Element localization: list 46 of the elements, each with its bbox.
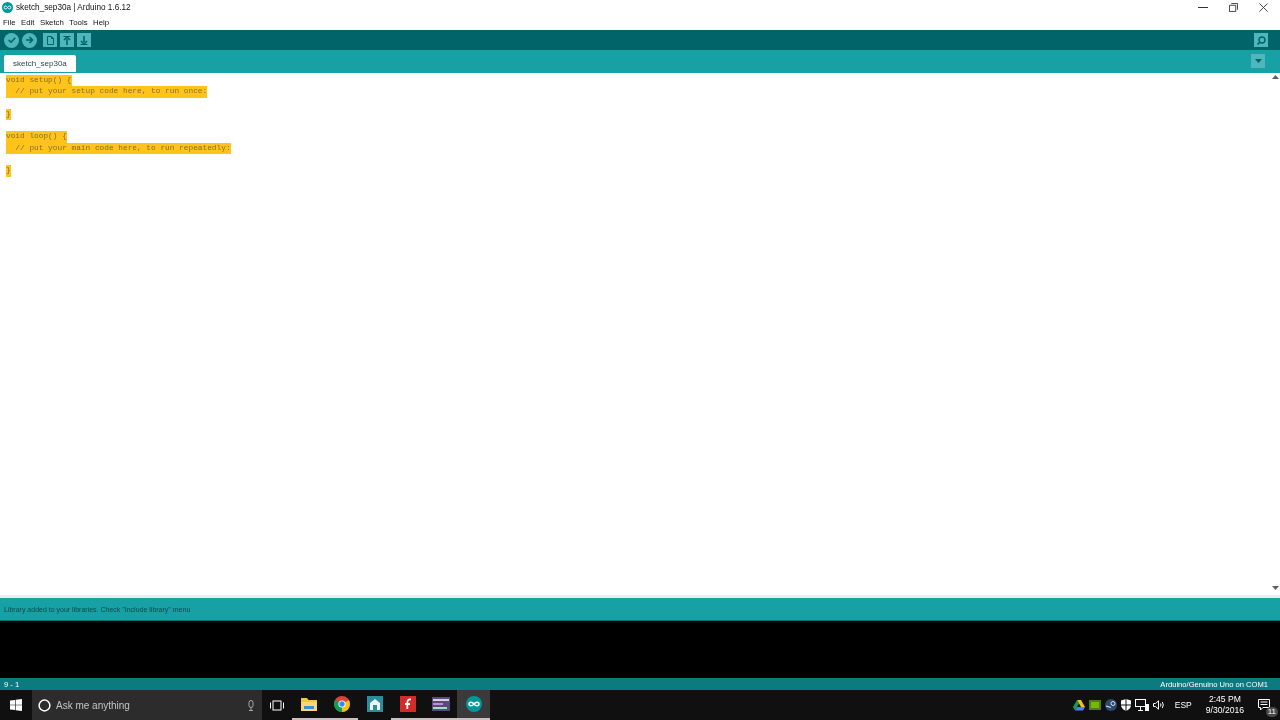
striped-window-icon	[431, 697, 450, 711]
close-icon	[1258, 3, 1268, 12]
house-tile-icon	[366, 696, 383, 712]
restore-icon	[1228, 3, 1238, 12]
hook-tile-icon	[399, 696, 416, 712]
clock-time[interactable]: 2:45 PM	[1208, 693, 1241, 705]
minimize-icon	[1198, 7, 1208, 8]
network-icon[interactable]	[1134, 699, 1149, 711]
verify-button[interactable]	[4, 32, 19, 48]
shield-icon[interactable]	[1120, 699, 1131, 711]
infinity-logo-icon	[465, 696, 482, 712]
windows-logo-icon	[10, 699, 22, 711]
message-icon	[1258, 699, 1270, 711]
browser-icon	[333, 696, 350, 712]
ring-icon	[38, 698, 51, 712]
tab-menu-button[interactable]	[1251, 54, 1265, 68]
check-icon	[7, 37, 16, 43]
nested-square-icon[interactable]	[1088, 700, 1101, 710]
new-button[interactable]	[43, 33, 57, 47]
task-view-icon	[270, 699, 284, 711]
triangle-logo-icon[interactable]	[1072, 699, 1085, 711]
down-arrow-icon	[80, 35, 88, 45]
editor-tab[interactable]: sketch_sep30a	[4, 55, 76, 72]
save-button[interactable]	[77, 33, 91, 47]
search-icon	[1256, 35, 1266, 45]
page-icon	[46, 35, 54, 45]
taskbar-app-button[interactable]	[457, 690, 490, 720]
serial-monitor-button[interactable]	[1254, 33, 1268, 47]
language-indicator[interactable]: ESP	[1174, 700, 1192, 710]
microphone-icon[interactable]	[248, 699, 254, 711]
upload-button[interactable]	[22, 32, 37, 48]
notifications-button[interactable]: 11	[1252, 693, 1276, 717]
scroll-down-icon[interactable]	[1271, 586, 1279, 590]
window-title: sketch_sep30a | Arduino 1.6.12	[16, 2, 131, 14]
search-box[interactable]: Ask me anything	[32, 690, 262, 720]
right-arrow-icon	[25, 36, 34, 44]
round-logo-icon[interactable]	[1104, 699, 1117, 711]
clock-date[interactable]: 9/30/2016	[1205, 705, 1244, 717]
scroll-up-icon[interactable]	[1271, 75, 1279, 79]
volume-icon[interactable]	[1152, 700, 1165, 710]
caret-icon	[1254, 59, 1262, 63]
notification-count: 11	[1265, 707, 1278, 717]
folder-icon	[300, 697, 317, 711]
open-button[interactable]	[60, 33, 74, 47]
up-arrow-icon	[63, 35, 71, 45]
search-field[interactable]: Ask me anything	[56, 698, 243, 712]
